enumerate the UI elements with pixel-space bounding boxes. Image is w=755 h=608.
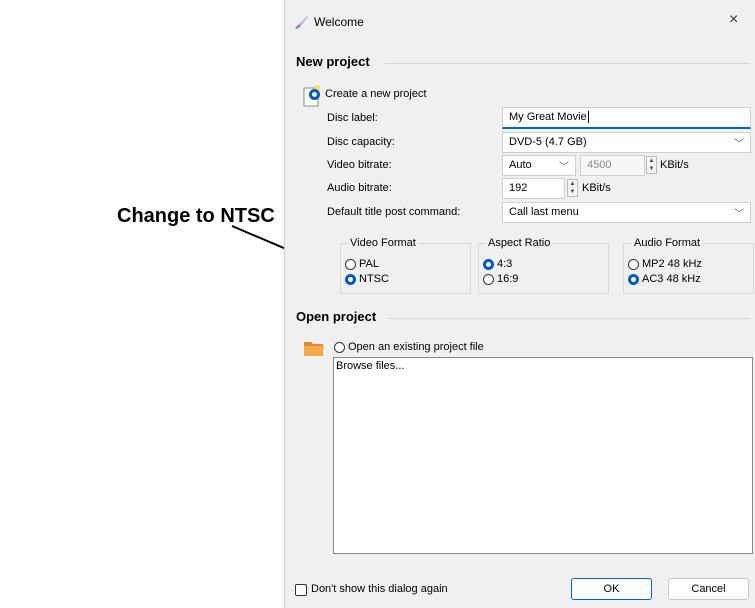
pal-label: PAL (359, 258, 379, 270)
mp2-radio[interactable] (628, 259, 639, 270)
post-command-select[interactable]: Call last menu ﹀ (502, 202, 751, 223)
ntsc-radio[interactable] (345, 274, 356, 285)
folder-icon (304, 342, 324, 356)
aspect-4-3-label: 4:3 (497, 258, 513, 270)
video-bitrate-label: Video bitrate: (327, 159, 392, 171)
disc-label-label: Disc label: (327, 112, 378, 124)
video-bitrate-input[interactable]: 4500 (580, 155, 645, 176)
create-new-project-radio[interactable] (309, 89, 320, 100)
window-title: Welcome (314, 15, 364, 29)
ac3-radio[interactable] (628, 274, 639, 285)
list-item[interactable]: Browse files... (336, 360, 404, 372)
new-project-title: New project (296, 54, 370, 69)
disc-capacity-select[interactable]: DVD-5 (4.7 GB) ﹀ (502, 132, 751, 153)
disc-label-input[interactable]: My Great Movie (502, 107, 751, 129)
welcome-dialog: Welcome × New project Create a new proje… (284, 0, 755, 608)
cancel-button[interactable]: Cancel (668, 578, 749, 600)
audio-format-title: Audio Format (632, 237, 703, 249)
video-bitrate-unit: KBit/s (660, 159, 689, 171)
post-command-label: Default title post command: (327, 206, 461, 218)
aspect-16-9-label: 16:9 (497, 273, 519, 285)
recent-projects-list[interactable]: Browse files... (333, 357, 753, 554)
section-divider (385, 63, 750, 64)
mp2-label: MP2 48 kHz (642, 258, 702, 270)
create-new-project-label: Create a new project (325, 88, 427, 100)
disc-capacity-label: Disc capacity: (327, 136, 395, 148)
audio-bitrate-unit: KBit/s (582, 182, 611, 194)
dont-show-checkbox[interactable] (295, 584, 307, 596)
video-format-title: Video Format (348, 237, 418, 249)
close-icon[interactable]: × (729, 12, 738, 28)
video-bitrate-mode-select[interactable]: Auto ﹀ (502, 155, 576, 176)
dont-show-label: Don't show this dialog again (311, 583, 448, 595)
chevron-down-icon: ﹀ (559, 162, 569, 173)
titlebar: Welcome × (285, 0, 755, 42)
video-bitrate-spinner[interactable]: ▲ ▼ (646, 156, 657, 174)
ntsc-label: NTSC (359, 273, 389, 285)
ok-button[interactable]: OK (571, 578, 652, 600)
ac3-label: AC3 48 kHz (642, 273, 701, 285)
open-existing-radio[interactable] (334, 342, 345, 353)
text-caret (587, 111, 589, 124)
open-existing-label: Open an existing project file (348, 341, 484, 353)
open-project-title: Open project (296, 309, 377, 324)
audio-bitrate-spinner[interactable]: ▲ ▼ (567, 179, 578, 197)
chevron-down-icon: ﹀ (734, 209, 744, 220)
audio-bitrate-input[interactable]: 192 (502, 178, 565, 199)
section-divider (388, 318, 750, 319)
chevron-down-icon: ﹀ (734, 139, 744, 150)
aspect-ratio-title: Aspect Ratio (486, 237, 553, 249)
aspect-4-3-radio[interactable] (483, 259, 494, 270)
pal-radio[interactable] (345, 259, 356, 270)
audio-bitrate-label: Audio bitrate: (327, 182, 392, 194)
brush-icon (295, 16, 308, 29)
aspect-16-9-radio[interactable] (483, 274, 494, 285)
